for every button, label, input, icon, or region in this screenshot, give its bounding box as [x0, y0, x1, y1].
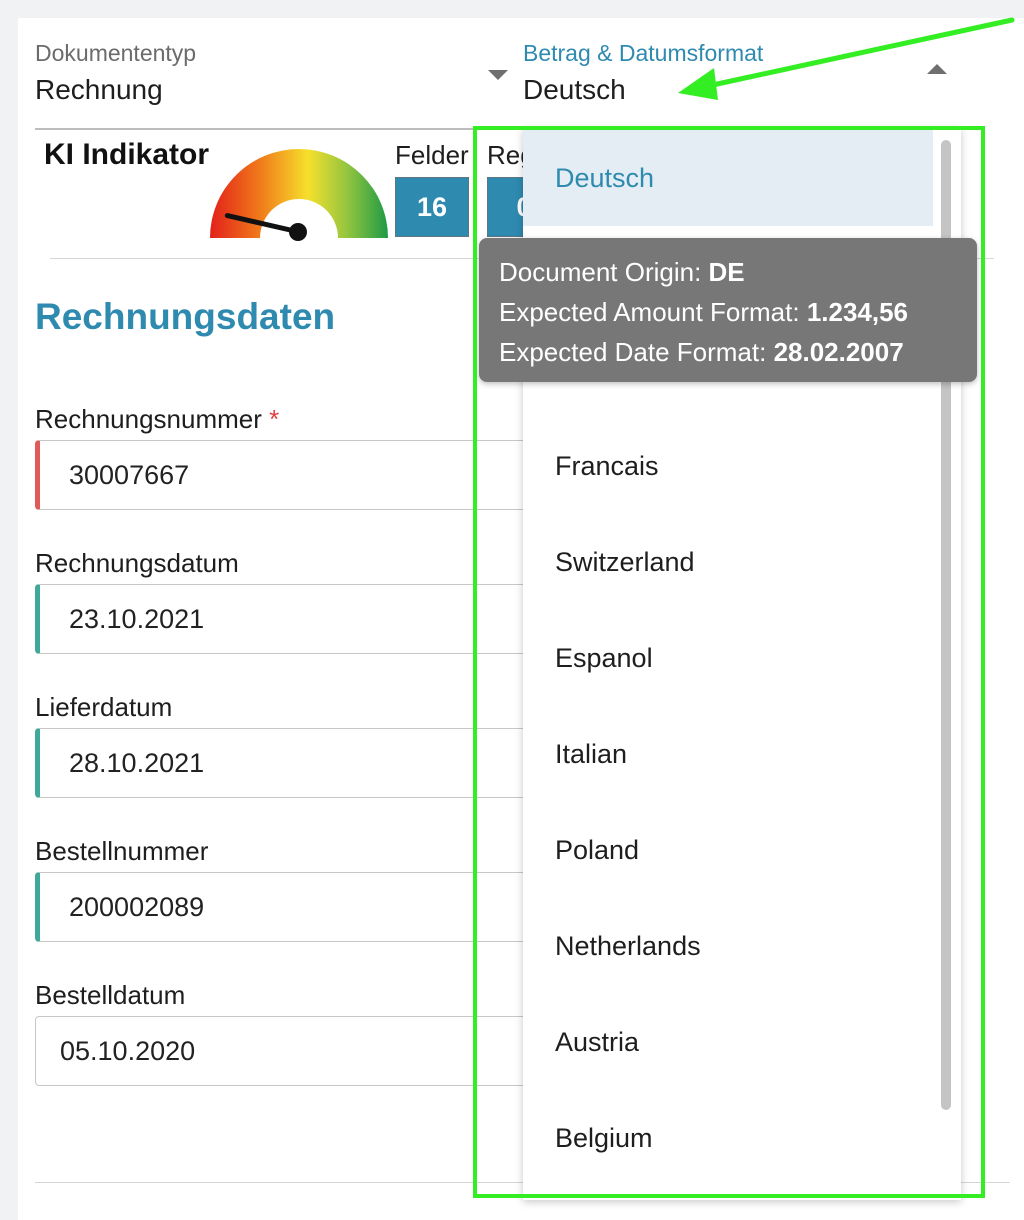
dropdown-option-poland[interactable]: Poland — [523, 802, 933, 898]
doc-type-select[interactable]: Dokumententyp Rechnung — [35, 38, 510, 118]
counter-label-felder: Felder — [395, 140, 469, 170]
dropdown-option-italian[interactable]: Italian — [523, 706, 933, 802]
bestellnummer-input[interactable]: 200002089 — [35, 872, 555, 942]
tooltip-origin-label: Document Origin: — [499, 257, 709, 287]
tooltip-date-value: 28.02.2007 — [773, 337, 904, 367]
tooltip-amount-value: 1.234,56 — [806, 297, 909, 327]
format-tooltip: Document Origin: DE Expected Amount Form… — [479, 238, 977, 382]
dropdown-option-espanol[interactable]: Espanol — [523, 610, 933, 706]
rechnungsnummer-input[interactable]: 30007667 — [35, 440, 555, 510]
dropdown-option-austria[interactable]: Austria — [523, 994, 933, 1090]
field-label-bestelldatum: Bestelldatum — [35, 980, 186, 1010]
ki-title: KI Indikator — [44, 138, 210, 171]
doc-type-value: Rechnung — [35, 74, 163, 105]
required-mark: * — [269, 404, 280, 434]
gauge-hub — [289, 223, 307, 241]
dropdown-option-francais[interactable]: Francais — [523, 418, 933, 514]
format-value: Deutsch — [523, 74, 626, 105]
tooltip-origin-line: Document Origin: DE — [499, 252, 957, 292]
field-label-rechnungsdatum: Rechnungsdatum — [35, 548, 239, 578]
arrow-icon — [678, 17, 1015, 100]
caret-down-icon — [488, 70, 508, 80]
tooltip-date-line: Expected Date Format: 28.02.2007 — [499, 332, 957, 372]
doc-type-label: Dokumententyp — [35, 40, 197, 66]
tooltip-origin-value: DE — [708, 257, 745, 287]
section-title: Rechnungsdaten — [35, 296, 336, 337]
bestelldatum-input[interactable]: 05.10.2020 — [35, 1016, 555, 1086]
tooltip-date-label: Expected Date Format: — [499, 337, 774, 367]
gauge-icon — [210, 149, 388, 241]
dropdown-option-belgium[interactable]: Belgium — [523, 1090, 933, 1186]
counter-value-felder[interactable]: 16 — [395, 177, 469, 237]
field-label-rechnungsnummer: Rechnungsnummer * — [35, 404, 279, 435]
dropdown-option-deutsch[interactable]: Deutsch — [523, 130, 933, 226]
tooltip-amount-label: Expected Amount Format: — [499, 297, 807, 327]
dropdown-option-netherlands[interactable]: Netherlands — [523, 898, 933, 994]
header-divider — [35, 128, 475, 130]
field-label-bestellnummer: Bestellnummer — [35, 836, 209, 866]
dropdown-option-switzerland[interactable]: Switzerland — [523, 514, 933, 610]
tooltip-amount-line: Expected Amount Format: 1.234,56 — [499, 292, 957, 332]
lieferdatum-input[interactable]: 28.10.2021 — [35, 728, 555, 798]
field-label-text: Rechnungsnummer — [35, 404, 262, 434]
field-label-lieferdatum: Lieferdatum — [35, 692, 173, 722]
rechnungsdatum-input[interactable]: 23.10.2021 — [35, 584, 555, 654]
